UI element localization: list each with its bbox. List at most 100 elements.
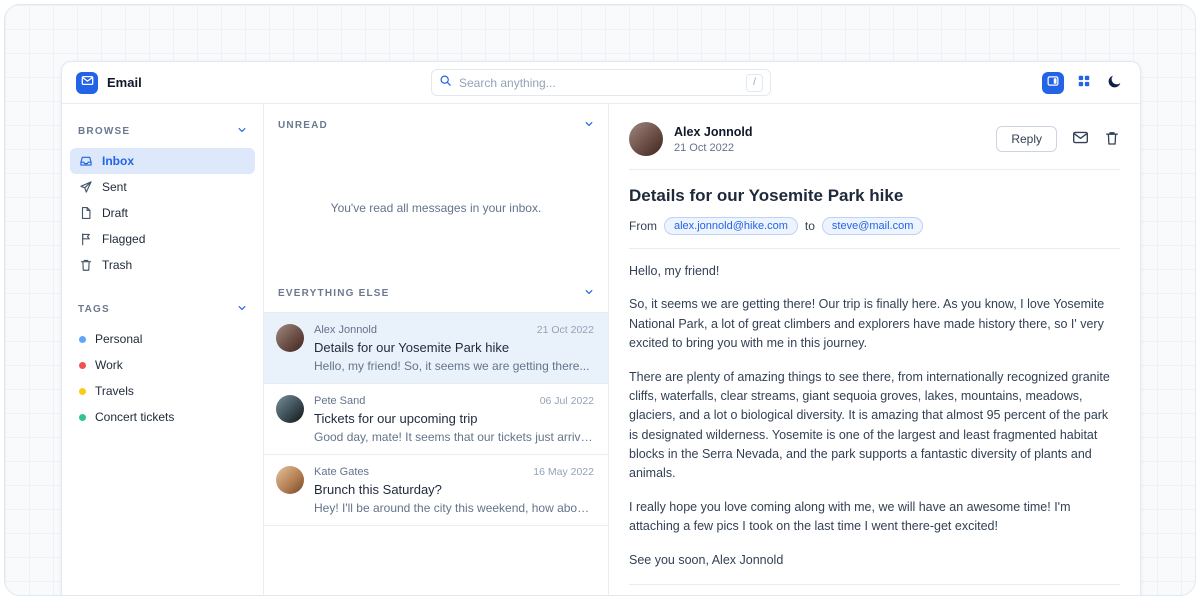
email-list-item[interactable]: Kate Gates 16 May 2022 Brunch this Satur…	[264, 455, 608, 526]
chevron-down-icon	[584, 116, 594, 134]
avatar	[276, 324, 304, 352]
layout-toggle-button[interactable]	[1042, 72, 1064, 94]
unread-section-header[interactable]: UNREAD	[264, 104, 608, 144]
tag-label: Concert tickets	[95, 410, 174, 424]
email-sender: Kate Gates	[314, 466, 369, 478]
email-preview: Hello, my friend! So, it seems we are ge…	[314, 359, 594, 373]
divider	[629, 248, 1120, 249]
everything-else-section-header[interactable]: EVERYTHING ELSE	[264, 272, 608, 312]
email-body-paragraph: See you soon, Alex Jonnold	[629, 551, 1120, 570]
tags-section-header[interactable]: TAGS	[70, 292, 255, 326]
envelope-icon	[81, 74, 94, 92]
sidebar-item-draft[interactable]: Draft	[70, 200, 255, 226]
search-input[interactable]	[459, 76, 739, 90]
reader-sender-name: Alex Jonnold	[674, 125, 752, 139]
everything-else-label: EVERYTHING ELSE	[278, 288, 390, 299]
sidebar-item-label: Sent	[102, 180, 127, 194]
search-bar[interactable]: /	[431, 69, 771, 96]
sidebar-item-label: Inbox	[102, 154, 134, 168]
apps-grid-button[interactable]	[1073, 72, 1095, 94]
search-shortcut-hint: /	[746, 74, 763, 92]
app-title: Email	[107, 75, 142, 90]
email-app-window: Email /	[61, 61, 1141, 596]
email-list-item[interactable]: Pete Sand 06 Jul 2022 Tickets for our up…	[264, 384, 608, 455]
divider	[629, 169, 1120, 170]
email-preview: Hey! I'll be around the city this weeken…	[314, 501, 594, 515]
email-subject: Brunch this Saturday?	[314, 482, 594, 497]
tag-item-personal[interactable]: Personal	[70, 326, 255, 352]
unread-label: UNREAD	[278, 120, 328, 131]
flag-icon	[79, 232, 93, 246]
send-icon	[79, 180, 93, 194]
inbox-icon	[79, 154, 93, 168]
email-sender: Pete Sand	[314, 395, 365, 407]
delete-email-button[interactable]	[1104, 130, 1120, 149]
sidebar-item-label: Trash	[102, 258, 132, 272]
tag-item-work[interactable]: Work	[70, 352, 255, 378]
email-date: 16 May 2022	[533, 466, 594, 478]
sidebar-item-inbox[interactable]: Inbox	[70, 148, 255, 174]
trash-icon	[79, 258, 93, 272]
reader-subject: Details for our Yosemite Park hike	[629, 186, 1120, 206]
email-subject: Details for our Yosemite Park hike	[314, 340, 594, 355]
envelope-icon	[1072, 129, 1089, 149]
chevron-down-icon	[237, 122, 247, 140]
sidebar-item-flagged[interactable]: Flagged	[70, 226, 255, 252]
sidebar: BROWSE Inbox Sent	[62, 104, 264, 596]
message-list: UNREAD You've read all messages in your …	[264, 104, 609, 596]
browse-section-header[interactable]: BROWSE	[70, 114, 255, 148]
email-body: Hello, my friend! So, it seems we are ge…	[629, 262, 1120, 570]
reply-button[interactable]: Reply	[996, 126, 1057, 152]
tag-item-concert-tickets[interactable]: Concert tickets	[70, 404, 255, 430]
email-body-paragraph: I really hope you love coming along with…	[629, 498, 1120, 537]
sidebar-item-label: Draft	[102, 206, 128, 220]
tag-label: Personal	[95, 332, 142, 346]
to-address-chip[interactable]: steve@mail.com	[822, 217, 923, 235]
mark-unread-button[interactable]	[1072, 129, 1089, 149]
reading-pane: Alex Jonnold 21 Oct 2022 Reply	[609, 104, 1140, 596]
trash-icon	[1104, 130, 1120, 149]
search-icon	[439, 74, 452, 92]
tags-label: TAGS	[78, 304, 110, 315]
to-label: to	[805, 219, 815, 233]
email-body-paragraph: So, it seems we are getting there! Our t…	[629, 295, 1120, 353]
dark-mode-button[interactable]	[1104, 72, 1126, 94]
email-body-paragraph: There are plenty of amazing things to se…	[629, 368, 1120, 484]
tag-color-dot	[79, 388, 86, 395]
from-label: From	[629, 219, 657, 233]
tag-color-dot	[79, 414, 86, 421]
from-address-chip[interactable]: alex.jonnold@hike.com	[664, 217, 798, 235]
layout-toggle-icon	[1047, 75, 1059, 90]
tag-color-dot	[79, 362, 86, 369]
app-logo	[76, 72, 98, 94]
divider	[629, 584, 1120, 585]
email-date: 21 Oct 2022	[537, 324, 594, 336]
grid-icon	[1077, 74, 1091, 91]
email-body-paragraph: Hello, my friend!	[629, 262, 1120, 281]
moon-icon	[1107, 73, 1123, 92]
email-subject: Tickets for our upcoming trip	[314, 411, 594, 426]
document-icon	[79, 206, 93, 220]
sidebar-item-sent[interactable]: Sent	[70, 174, 255, 200]
sidebar-item-label: Flagged	[102, 232, 145, 246]
email-date: 06 Jul 2022	[540, 395, 594, 407]
email-list-item[interactable]: Alex Jonnold 21 Oct 2022 Details for our…	[264, 312, 608, 384]
browse-label: BROWSE	[78, 126, 130, 137]
app-header: Email /	[62, 62, 1140, 104]
chevron-down-icon	[584, 284, 594, 302]
reader-date: 21 Oct 2022	[674, 142, 752, 154]
unread-empty-message: You've read all messages in your inbox.	[264, 144, 608, 272]
avatar	[629, 122, 663, 156]
tag-label: Travels	[95, 384, 134, 398]
avatar	[276, 395, 304, 423]
tag-label: Work	[95, 358, 123, 372]
desktop-background: Email /	[4, 4, 1196, 596]
tag-item-travels[interactable]: Travels	[70, 378, 255, 404]
avatar	[276, 466, 304, 494]
from-to-line: From alex.jonnold@hike.com to steve@mail…	[629, 217, 1120, 235]
chevron-down-icon	[237, 300, 247, 318]
email-preview: Good day, mate! It seems that our ticket…	[314, 430, 594, 444]
sidebar-item-trash[interactable]: Trash	[70, 252, 255, 278]
email-sender: Alex Jonnold	[314, 324, 377, 336]
tag-color-dot	[79, 336, 86, 343]
